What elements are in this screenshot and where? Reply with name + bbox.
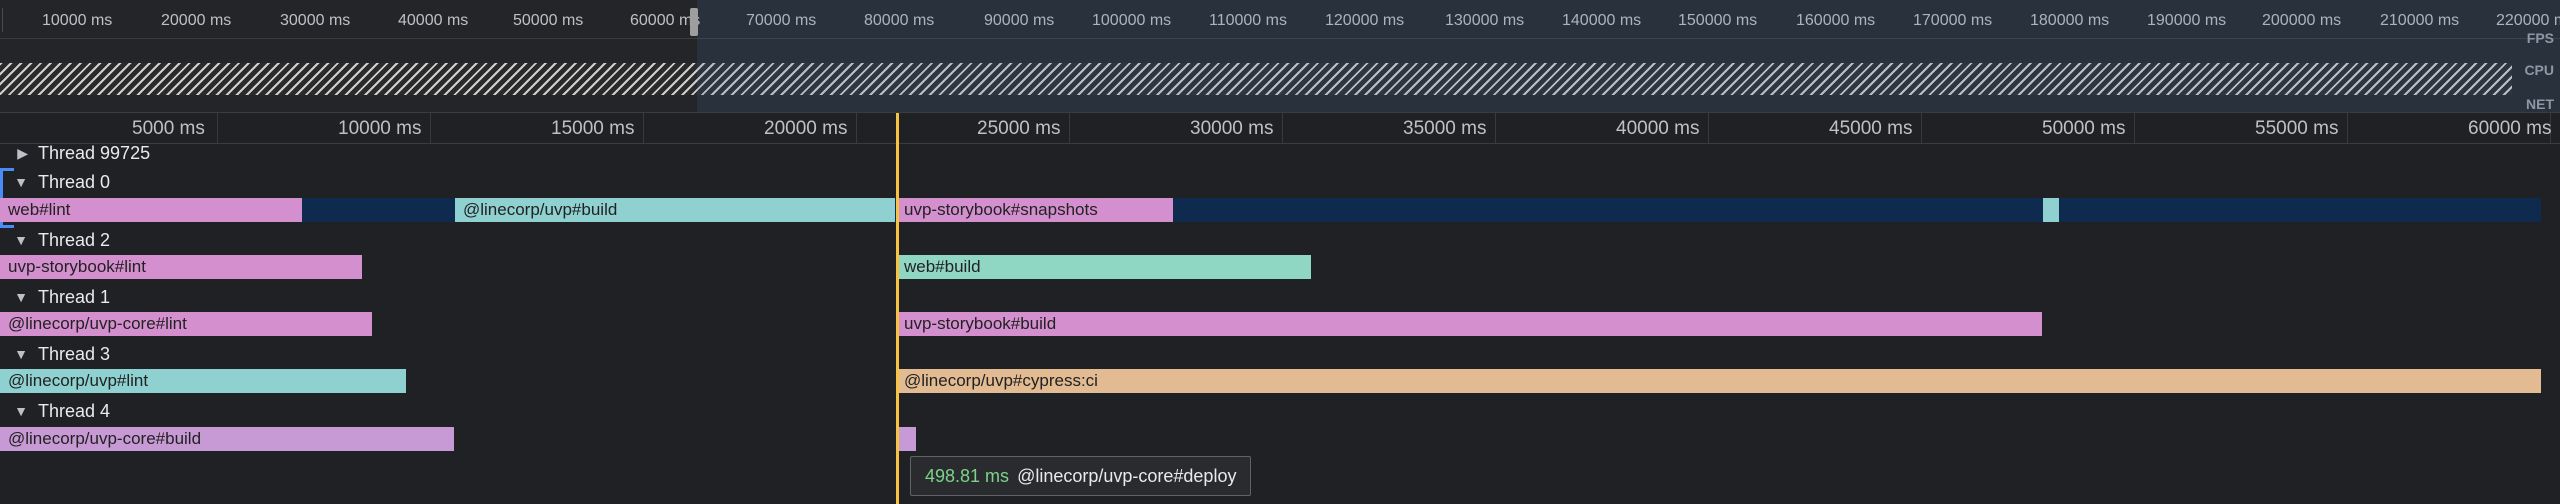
thread-name: Thread 2: [38, 229, 111, 250]
ruler-tick: 50000 ms: [2042, 118, 2126, 139]
thread-name: Thread 3: [38, 343, 111, 364]
overview-tick: 30000 ms: [280, 12, 351, 29]
task-bar[interactable]: @linecorp/uvp#build: [455, 198, 895, 222]
collapse-triangle-icon[interactable]: ▼: [0, 289, 38, 305]
timeline-overview[interactable]: 10000 ms 20000 ms 30000 ms 40000 ms 5000…: [0, 0, 2560, 113]
overview-tick: 40000 ms: [398, 12, 469, 29]
task-bar[interactable]: uvp-storybook#lint: [0, 255, 362, 279]
ruler-gridline: [1921, 113, 1922, 143]
ruler-tick: 5000 ms: [132, 118, 205, 139]
ruler-gridline: [1069, 113, 1070, 143]
thread-header-1[interactable]: ▼ Thread 1: [0, 283, 110, 311]
ruler-tick: 55000 ms: [2255, 118, 2339, 139]
task-bar[interactable]: @linecorp/uvp-core#lint: [0, 312, 372, 336]
ruler-gridline: [430, 113, 431, 143]
thread-name: Thread 0: [38, 171, 111, 192]
collapse-triangle-icon[interactable]: ▼: [0, 174, 38, 190]
ruler-gridline: [1282, 113, 1283, 143]
task-bar-deploy[interactable]: [896, 427, 916, 451]
task-bar[interactable]: web#build: [896, 255, 1311, 279]
task-bar-small[interactable]: [2043, 198, 2059, 222]
task-bar[interactable]: uvp-storybook#snapshots: [896, 198, 1173, 222]
task-tooltip: 498.81 ms @linecorp/uvp-core#deploy: [910, 456, 1252, 496]
collapse-triangle-icon[interactable]: ▼: [0, 346, 38, 362]
ruler-gridline: [1708, 113, 1709, 143]
ruler-gridline: [2347, 113, 2348, 143]
ruler-gridline: [1495, 113, 1496, 143]
task-bar[interactable]: @linecorp/uvp-core#build: [0, 427, 454, 451]
thread-idle-background: [0, 198, 2541, 222]
overview-tickline: [2, 8, 3, 32]
expand-triangle-icon[interactable]: ▶: [0, 145, 38, 162]
overview-selection-handle-right[interactable]: [690, 8, 698, 36]
thread-name: Thread 99725: [38, 142, 151, 163]
ruler-tick: 15000 ms: [551, 118, 635, 139]
overview-tick: 20000 ms: [161, 12, 232, 29]
thread-header-99725[interactable]: ▶ Thread 99725: [0, 139, 150, 167]
overview-unselected-region: [697, 0, 2560, 113]
ruler-gridline: [643, 113, 644, 143]
ruler-gridline: [217, 113, 218, 143]
task-bar[interactable]: web#lint: [0, 198, 302, 222]
timeline-cursor: [896, 113, 899, 504]
ruler-tick: 30000 ms: [1190, 118, 1274, 139]
thread-row-3: @linecorp/uvp#lint @linecorp/uvp#cypress…: [0, 367, 2560, 397]
collapse-triangle-icon[interactable]: ▼: [0, 403, 38, 419]
thread-header-4[interactable]: ▼ Thread 4: [0, 397, 110, 425]
thread-name: Thread 4: [38, 400, 111, 421]
collapse-triangle-icon[interactable]: ▼: [0, 232, 38, 248]
thread-header-0[interactable]: ▼ Thread 0: [0, 168, 110, 196]
ruler-tick: 45000 ms: [1829, 118, 1913, 139]
thread-row-2: uvp-storybook#lint web#build: [0, 253, 2560, 283]
thread-header-2[interactable]: ▼ Thread 2: [0, 226, 110, 254]
tooltip-duration: 498.81 ms: [925, 465, 1010, 486]
ruler-tick: 25000 ms: [977, 118, 1061, 139]
ruler-tick: 40000 ms: [1616, 118, 1700, 139]
overview-tick: 50000 ms: [513, 12, 584, 29]
task-bar[interactable]: @linecorp/uvp#lint: [0, 369, 406, 393]
task-bar[interactable]: @linecorp/uvp#cypress:ci: [896, 369, 2541, 393]
ruler-tick: 20000 ms: [764, 118, 848, 139]
main-time-ruler: 5000 ms 10000 ms 15000 ms 20000 ms 25000…: [0, 113, 2560, 144]
overview-tick: 10000 ms: [42, 12, 113, 29]
thread-row-1: @linecorp/uvp-core#lint uvp-storybook#bu…: [0, 310, 2560, 340]
tooltip-task-name: @linecorp/uvp-core#deploy: [1017, 465, 1237, 486]
thread-row-0: web#lint @linecorp/uvp#build uvp-storybo…: [0, 196, 2560, 226]
task-bar[interactable]: uvp-storybook#build: [896, 312, 2042, 336]
thread-row-4: @linecorp/uvp-core#build: [0, 425, 2560, 455]
ruler-tick: 10000 ms: [338, 118, 422, 139]
thread-name: Thread 1: [38, 286, 111, 307]
ruler-tick: 35000 ms: [1403, 118, 1487, 139]
ruler-gridline: [2134, 113, 2135, 143]
ruler-tick: 60000 ms: [2468, 118, 2552, 139]
thread-header-3[interactable]: ▼ Thread 3: [0, 340, 110, 368]
ruler-gridline: [856, 113, 857, 143]
